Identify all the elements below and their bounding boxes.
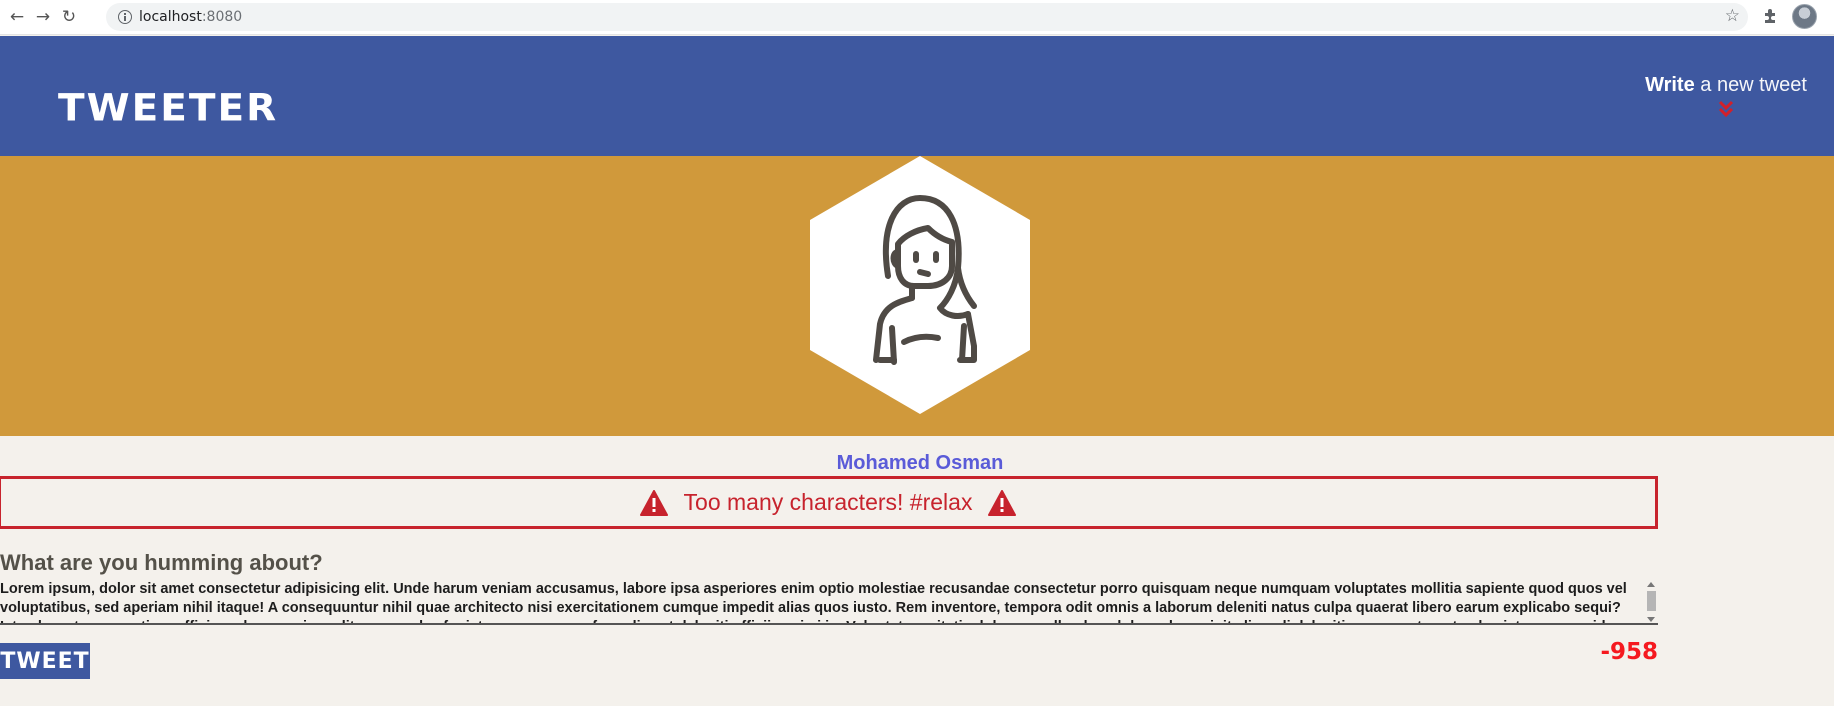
reload-icon[interactable]: ↻ [58,6,80,28]
profile-avatar[interactable] [1792,4,1817,29]
write-new-tweet-toggle[interactable]: Write a new tweet [1645,74,1807,119]
top-nav: TWEETER Write a new tweet [0,36,1834,156]
user-avatar-hexagon [810,156,1030,414]
tweet-submit-button[interactable]: TWEET [0,643,90,679]
url-text: localhost:8080 [139,9,242,25]
error-message: Too many characters! #relax [683,489,973,515]
scroll-down-arrow-icon[interactable] [1647,617,1655,622]
site-info-icon[interactable] [118,10,132,24]
extensions-puzzle-icon[interactable] [1762,7,1780,25]
double-chevron-down-icon[interactable] [1717,99,1735,119]
profile-hero [0,156,1834,436]
textarea-scrollbar[interactable] [1644,581,1658,623]
profile-username: Mohamed Osman [836,452,1004,474]
tweet-prompt-label: What are you humming about? [0,550,323,575]
address-bar[interactable]: localhost:8080 ☆ [106,3,1748,31]
forward-arrow-icon[interactable]: → [32,6,54,28]
bookmark-star-icon[interactable]: ☆ [1725,6,1740,26]
app-logo: TWEETER [58,87,279,130]
url-port: :8080 [201,9,243,25]
tweet-textarea[interactable]: Lorem ipsum, dolor sit amet consectetur … [0,580,1658,625]
warning-icon [639,489,668,516]
url-host: localhost [139,9,202,25]
character-counter: -958 [1600,639,1658,665]
scrollbar-thumb[interactable] [1647,591,1656,611]
warning-icon [988,489,1017,516]
back-arrow-icon[interactable]: ← [6,6,28,28]
compose-label-bold: Write [1645,74,1695,96]
error-banner: Too many characters! #relax [0,476,1658,529]
scroll-up-arrow-icon[interactable] [1647,582,1655,587]
compose-label-rest: a new tweet [1694,74,1807,96]
browser-toolbar: ← → ↻ localhost:8080 ☆ [0,0,1834,35]
